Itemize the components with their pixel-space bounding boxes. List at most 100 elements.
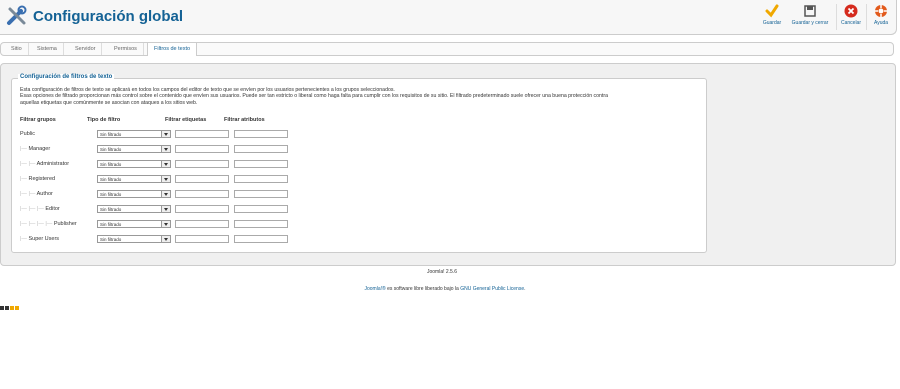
cancel-icon — [844, 4, 858, 18]
filter-tags-input[interactable] — [175, 130, 229, 138]
filter-tags-input[interactable] — [175, 160, 229, 168]
group-name: |— |— Administrator — [20, 161, 69, 167]
filter-attributes-input[interactable] — [234, 175, 288, 183]
toolbar: Configuración global Guardar Guardar y c… — [0, 0, 897, 35]
group-label: Registered — [28, 176, 56, 182]
cancel-button-label: Cancelar — [840, 20, 861, 26]
filter-attributes-input[interactable] — [234, 220, 288, 228]
help-button-label: Ayuda — [873, 20, 889, 26]
filter-group-row: |— |— Administrator Sin filtrado — [20, 160, 700, 172]
group-name: |— |— |— |— Publisher — [20, 221, 77, 227]
tree-indent: |— |— |— — [20, 206, 46, 212]
version-text: Joomla! 2.5.6 — [426, 269, 458, 275]
chevron-down-icon — [161, 236, 170, 242]
filter-group-row: |— |— Author Sin filtrado — [20, 190, 700, 202]
filter-group-row: |— |— |— Editor Sin filtrado — [20, 205, 700, 217]
group-name: |— Registered — [20, 176, 55, 182]
column-header-filter-tags: Filtrar etiquetas — [165, 117, 207, 123]
save-close-button[interactable]: Guardar y cerrar — [789, 4, 831, 26]
tab-filtros-de-texto[interactable]: Filtros de texto — [147, 42, 198, 56]
column-header-filter-attributes: Filtrar atributos — [224, 117, 265, 123]
filter-attributes-input[interactable] — [234, 235, 288, 243]
group-name: |— Manager — [20, 146, 50, 152]
chevron-down-icon — [161, 221, 170, 227]
group-label: Manager — [28, 146, 51, 152]
column-header-filter-type: Tipo de filtro — [87, 117, 121, 123]
filter-type-value: Sin filtrado — [100, 207, 122, 212]
tab-sistema[interactable]: Sistema — [31, 43, 64, 55]
tree-indent: |— |— — [20, 161, 37, 167]
group-name: |— |— Author — [20, 191, 53, 197]
group-label: Public — [20, 131, 35, 137]
filter-type-value: Sin filtrado — [100, 192, 122, 197]
fieldset-legend: Configuración de filtros de texto — [18, 74, 115, 80]
save-button[interactable]: Guardar — [761, 4, 783, 26]
content-panel: Configuración de filtros de texto Esta c… — [0, 63, 896, 266]
license-text: Joomla!® es software libre liberado bajo… — [0, 286, 890, 292]
help-icon — [875, 5, 887, 17]
toolbar-divider — [866, 4, 867, 30]
filter-type-select[interactable]: Sin filtrado — [97, 175, 171, 183]
filter-group-row: Public Sin filtrado — [20, 130, 700, 142]
group-name: Public — [20, 131, 35, 137]
check-icon — [765, 4, 779, 18]
filter-type-select[interactable]: Sin filtrado — [97, 160, 171, 168]
help-button[interactable]: Ayuda — [871, 4, 891, 26]
filter-attributes-input[interactable] — [234, 160, 288, 168]
description-line: Esas opciones de filtrado proporcionan m… — [20, 93, 608, 100]
tab-bar: Sitio Sistema Servidor Permisos Filtros … — [0, 42, 894, 56]
save-close-icon — [804, 5, 816, 17]
filter-attributes-input[interactable] — [234, 130, 288, 138]
filter-tags-input[interactable] — [175, 145, 229, 153]
gpl-link[interactable]: GNU General Public License — [460, 286, 524, 292]
license-end: . — [524, 286, 526, 292]
filter-tags-input[interactable] — [175, 220, 229, 228]
tab-servidor[interactable]: Servidor — [69, 43, 103, 55]
description-line: aquellas etiquetas que comúnmente se aso… — [20, 99, 198, 106]
chevron-down-icon — [161, 176, 170, 182]
filter-type-select[interactable]: Sin filtrado — [97, 220, 171, 228]
filter-attributes-input[interactable] — [234, 190, 288, 198]
save-close-button-label: Guardar y cerrar — [791, 20, 829, 26]
filter-attributes-input[interactable] — [234, 145, 288, 153]
filter-attributes-input[interactable] — [234, 205, 288, 213]
filter-type-select[interactable]: Sin filtrado — [97, 190, 171, 198]
filter-tags-input[interactable] — [175, 190, 229, 198]
group-label: Editor — [45, 206, 60, 212]
tree-indent: |— |— — [20, 191, 37, 197]
save-button-label: Guardar — [762, 20, 782, 26]
filter-tags-input[interactable] — [175, 175, 229, 183]
cancel-button[interactable]: Cancelar — [840, 4, 862, 26]
group-label: Publisher — [53, 221, 77, 227]
chevron-down-icon — [161, 161, 170, 167]
group-label: Super Users — [28, 236, 60, 242]
filter-type-value: Sin filtrado — [100, 237, 122, 242]
group-label: Author — [36, 191, 53, 197]
group-name: |— Super Users — [20, 236, 59, 242]
chevron-down-icon — [161, 131, 170, 137]
filter-group-row: |— Registered Sin filtrado — [20, 175, 700, 187]
filter-type-select[interactable]: Sin filtrado — [97, 130, 171, 138]
toolbar-divider — [836, 4, 837, 30]
column-header-groups: Filtrar grupos — [20, 117, 56, 123]
filter-group-row: |— Super Users Sin filtrado — [20, 235, 700, 247]
filter-type-select[interactable]: Sin filtrado — [97, 205, 171, 213]
filter-type-value: Sin filtrado — [100, 147, 122, 152]
filter-type-value: Sin filtrado — [100, 222, 122, 227]
tab-permisos[interactable]: Permisos — [108, 43, 144, 55]
decorative-dots — [0, 297, 20, 310]
filter-type-select[interactable]: Sin filtrado — [97, 145, 171, 153]
filter-tags-input[interactable] — [175, 235, 229, 243]
filter-type-value: Sin filtrado — [100, 132, 122, 137]
tree-indent: |— |— |— |— — [20, 221, 54, 227]
license-middle: es software libre liberado bajo la — [385, 286, 461, 292]
filter-tags-input[interactable] — [175, 205, 229, 213]
group-label: Administrator — [36, 161, 70, 167]
filter-group-row: |— |— |— |— Publisher Sin filtrado — [20, 220, 700, 232]
filter-type-value: Sin filtrado — [100, 177, 122, 182]
tab-sitio[interactable]: Sitio — [5, 43, 29, 55]
filter-type-select[interactable]: Sin filtrado — [97, 235, 171, 243]
group-name: |— |— |— Editor — [20, 206, 60, 212]
chevron-down-icon — [161, 206, 170, 212]
joomla-link[interactable]: Joomla!® — [364, 286, 385, 292]
